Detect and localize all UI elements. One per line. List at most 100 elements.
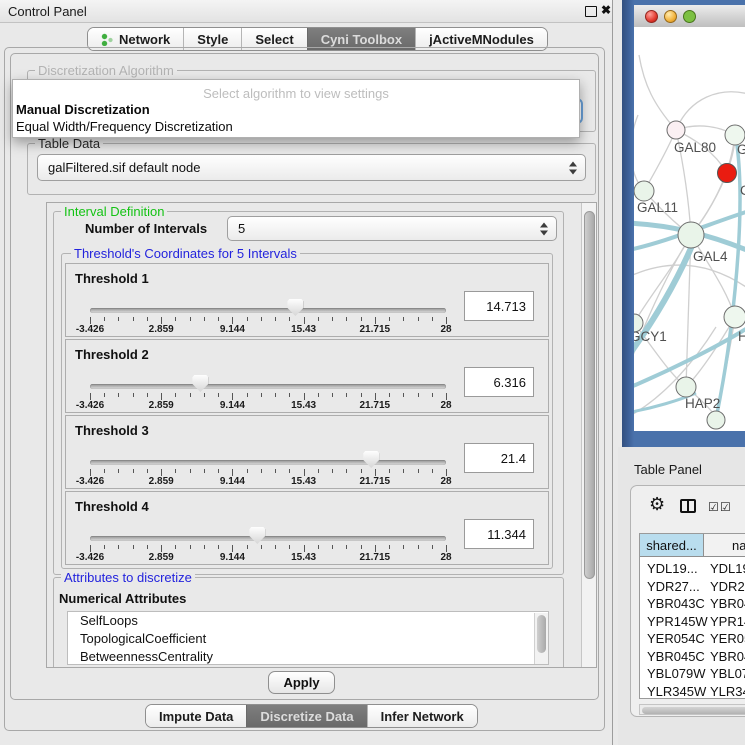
table-row-name[interactable]: YBR04 xyxy=(710,649,745,664)
minor-tick xyxy=(175,317,176,321)
scale-label: 21.715 xyxy=(360,476,391,487)
slider-track[interactable] xyxy=(90,384,446,389)
major-tick xyxy=(375,469,376,476)
network-node-c[interactable] xyxy=(718,164,737,183)
table-row-name[interactable]: YBR04 xyxy=(710,596,745,611)
major-tick xyxy=(90,393,91,400)
table-panel: Table Panel shared... na YDL19...YDL19YD… xyxy=(618,447,745,745)
minor-tick xyxy=(247,317,248,321)
table-row-name[interactable]: YLR34 xyxy=(710,684,745,699)
node-label: H xyxy=(738,329,745,344)
viewport-scrollbar-thumb[interactable] xyxy=(584,211,595,579)
tab-impute-data[interactable]: Impute Data xyxy=(146,705,246,727)
float-window-icon[interactable] xyxy=(585,6,597,17)
table-row-name[interactable]: YDR27 xyxy=(710,579,745,594)
threshold-value-field[interactable]: 6.316 xyxy=(464,367,534,397)
minor-tick xyxy=(346,393,347,397)
minor-tick xyxy=(418,393,419,397)
minor-tick xyxy=(204,317,205,321)
scale-label: -3.426 xyxy=(76,400,104,411)
tab-discretize-data[interactable]: Discretize Data xyxy=(246,705,366,727)
threshold-value-field[interactable]: 14.713 xyxy=(464,291,534,321)
network-node-gal11[interactable] xyxy=(634,181,654,201)
dropdown-option-equal-width[interactable]: Equal Width/Frequency Discretization xyxy=(16,119,233,134)
table-row-name[interactable]: YBL07 xyxy=(710,666,745,681)
table-row-shared-name[interactable]: YBL079W xyxy=(647,666,706,681)
list-item[interactable]: BetweennessCentrality xyxy=(68,648,548,665)
minor-tick xyxy=(175,545,176,549)
scrollbar-thumb[interactable] xyxy=(537,615,546,653)
panel-title: Control Panel xyxy=(8,4,87,19)
slider-thumb[interactable] xyxy=(363,451,379,468)
network-canvas[interactable]: GAL80GCGAL11GAL4GCY1HHAP2 xyxy=(634,27,745,431)
scrollbar-thumb[interactable] xyxy=(642,707,745,714)
minor-tick xyxy=(190,469,191,473)
threshold-value-field[interactable]: 11.344 xyxy=(464,519,534,549)
scale-label: 15.43 xyxy=(291,324,316,335)
threshold-panel-1: Threshold 1-3.4262.8599.14415.4321.71528… xyxy=(65,263,549,337)
column-header-name[interactable]: na xyxy=(704,534,745,557)
close-icon[interactable] xyxy=(601,3,611,17)
attributes-scrollbar[interactable] xyxy=(534,613,548,665)
minor-tick xyxy=(261,393,262,397)
minor-tick xyxy=(104,317,105,321)
zoom-traffic-light-icon[interactable] xyxy=(683,10,696,23)
table-row-name[interactable]: YER05 xyxy=(710,631,745,646)
slider-thumb[interactable] xyxy=(192,375,208,392)
network-window-titlebar xyxy=(634,5,745,28)
minimize-traffic-light-icon[interactable] xyxy=(664,10,677,23)
table-row-shared-name[interactable]: YDR27... xyxy=(647,579,700,594)
network-node-gal4[interactable] xyxy=(678,222,704,248)
major-tick xyxy=(232,393,233,400)
minor-tick xyxy=(261,469,262,473)
slider-track[interactable] xyxy=(90,460,446,465)
table-row-shared-name[interactable]: YPR145W xyxy=(647,614,708,629)
minor-tick xyxy=(118,545,119,549)
slider-track[interactable] xyxy=(90,536,446,541)
table-row-shared-name[interactable]: YBR043C xyxy=(647,596,705,611)
major-tick xyxy=(304,317,305,324)
slider-track[interactable] xyxy=(90,308,446,313)
list-item[interactable]: TopologicalCoefficient xyxy=(68,630,548,648)
major-tick xyxy=(232,317,233,324)
threshold-label: Threshold 4 xyxy=(75,499,149,514)
table-row-shared-name[interactable]: YER054C xyxy=(647,631,705,646)
minor-tick xyxy=(133,393,134,397)
network-node-hap2[interactable] xyxy=(676,377,696,397)
threshold-value-field[interactable]: 21.4 xyxy=(464,443,534,473)
control-panel-titlebar: Control Panel xyxy=(0,0,612,23)
table-horizontal-scrollbar[interactable] xyxy=(639,704,745,715)
node-label: GAL80 xyxy=(674,140,716,155)
list-item[interactable]: SelfLoops xyxy=(68,612,548,630)
column-header-shared-name[interactable]: shared... xyxy=(640,534,704,557)
attributes-group-title: Attributes to discretize xyxy=(61,570,195,585)
minor-tick xyxy=(418,317,419,321)
network-node-h[interactable] xyxy=(724,306,745,328)
viewport-scrollbar[interactable] xyxy=(581,203,597,668)
num-intervals-combobox[interactable]: 5 xyxy=(227,216,557,241)
minor-tick xyxy=(175,469,176,473)
close-traffic-light-icon[interactable] xyxy=(645,10,658,23)
slider-thumb[interactable] xyxy=(249,527,265,544)
apply-button[interactable]: Apply xyxy=(268,671,335,694)
checkbox-checked-icon[interactable] xyxy=(708,498,719,516)
tab-label: Style xyxy=(197,32,228,47)
table-row-shared-name[interactable]: YDL19... xyxy=(647,561,698,576)
dropdown-option-manual[interactable]: Manual Discretization xyxy=(16,102,150,117)
num-intervals-value: 5 xyxy=(238,221,245,236)
network-node-gal80[interactable] xyxy=(667,121,685,139)
checkbox-checked-icon[interactable] xyxy=(720,498,731,516)
table-data-group-title: Table Data xyxy=(35,136,103,151)
table-row-shared-name[interactable]: YBR045C xyxy=(647,649,705,664)
table-row-shared-name[interactable]: YLR345W xyxy=(647,684,706,699)
minor-tick xyxy=(104,393,105,397)
network-node[interactable] xyxy=(707,411,725,429)
split-columns-icon[interactable] xyxy=(680,499,696,513)
table-row-name[interactable]: YDL19 xyxy=(710,561,745,576)
tab-infer-network[interactable]: Infer Network xyxy=(367,705,477,727)
table-row-name[interactable]: YPR14 xyxy=(710,614,745,629)
tab-label: Network xyxy=(119,32,170,47)
slider-thumb[interactable] xyxy=(287,299,303,316)
table-data-combobox[interactable]: galFiltered.sif default node xyxy=(37,154,586,181)
settings-gear-icon[interactable] xyxy=(649,494,665,515)
